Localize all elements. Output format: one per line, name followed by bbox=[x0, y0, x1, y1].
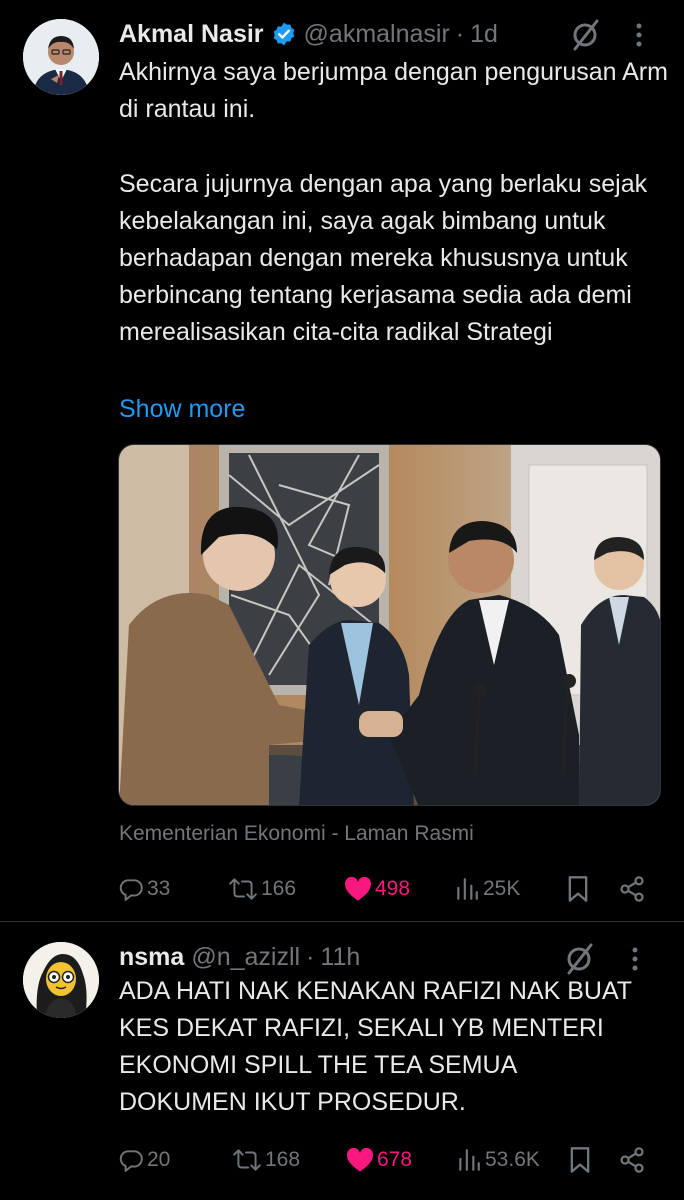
like-count: 678 bbox=[377, 1148, 413, 1171]
repost-button[interactable]: 166 bbox=[228, 872, 296, 906]
views-count: 25K bbox=[483, 877, 521, 900]
more-options-icon[interactable] bbox=[622, 18, 656, 52]
repost-count: 166 bbox=[261, 877, 297, 900]
like-button[interactable]: 678 bbox=[346, 1143, 412, 1177]
reply-count: 33 bbox=[147, 877, 171, 900]
author-name[interactable]: nsma bbox=[119, 943, 184, 972]
repost-icon bbox=[229, 878, 257, 900]
tweet-nsma[interactable]: nsma @n_azizll · 11h ADA HATI NAK KENAKA… bbox=[0, 922, 684, 1200]
tweet-text-paragraph-1: Akhirnya saya berjumpa dengan pengurusan… bbox=[119, 58, 668, 123]
like-button[interactable]: 498 bbox=[344, 872, 410, 906]
tweet-akmal-nasir[interactable]: Akmal Nasir @akmalnasir · 1d Akhirnya sa… bbox=[0, 0, 684, 922]
tweet-header: nsma @n_azizll · 11h bbox=[119, 940, 360, 974]
tweet-actions: 20 168 678 53.6K bbox=[118, 1143, 658, 1177]
tweet-text: ADA HATI NAK KENAKAN RAFIZI NAK BUAT KES… bbox=[119, 977, 632, 1116]
reply-button[interactable]: 20 bbox=[118, 1143, 170, 1177]
views-button[interactable]: 53.6K bbox=[456, 1143, 540, 1177]
grok-icon[interactable] bbox=[568, 18, 602, 52]
author-avatar[interactable] bbox=[23, 19, 99, 95]
share-button[interactable] bbox=[618, 1143, 649, 1177]
like-icon bbox=[345, 876, 371, 901]
author-name[interactable]: Akmal Nasir bbox=[119, 20, 264, 49]
tweet-actions: 33 166 498 25K bbox=[118, 872, 658, 906]
image-caption[interactable]: Kementerian Ekonomi - Laman Rasmi bbox=[119, 822, 474, 846]
reply-icon bbox=[119, 879, 143, 901]
author-avatar[interactable] bbox=[23, 942, 99, 1018]
tweet-header: Akmal Nasir @akmalnasir · 1d bbox=[119, 17, 498, 51]
views-icon bbox=[459, 1149, 480, 1171]
separator-dot: · bbox=[455, 19, 465, 48]
views-button[interactable]: 25K bbox=[454, 872, 520, 906]
reply-icon bbox=[119, 1150, 143, 1172]
views-count: 53.6K bbox=[485, 1148, 540, 1171]
verified-badge-icon bbox=[273, 22, 294, 46]
reply-button[interactable]: 33 bbox=[118, 872, 170, 906]
like-count: 498 bbox=[375, 877, 411, 900]
tweet-time[interactable]: 11h bbox=[320, 943, 360, 972]
tweet-photo[interactable] bbox=[118, 444, 661, 806]
views-icon bbox=[457, 878, 478, 900]
more-options-icon[interactable] bbox=[618, 942, 652, 976]
reply-count: 20 bbox=[147, 1148, 171, 1171]
tweet-text-paragraph-2: Secara jujurnya dengan apa yang berlaku … bbox=[119, 170, 648, 346]
grok-icon[interactable] bbox=[562, 942, 596, 976]
tweet-time[interactable]: 1d bbox=[470, 20, 498, 49]
bookmark-icon bbox=[568, 876, 588, 902]
repost-count: 168 bbox=[265, 1148, 301, 1171]
like-icon bbox=[347, 1147, 373, 1172]
show-more-link[interactable]: Show more bbox=[119, 395, 245, 424]
author-handle[interactable]: @n_azizll bbox=[191, 943, 300, 972]
share-icon bbox=[620, 1147, 644, 1173]
author-handle[interactable]: @akmalnasir bbox=[304, 20, 450, 49]
share-button[interactable] bbox=[618, 872, 649, 906]
share-icon bbox=[620, 876, 644, 902]
repost-button[interactable]: 168 bbox=[232, 1143, 300, 1177]
repost-icon bbox=[233, 1149, 261, 1171]
bookmark-button[interactable] bbox=[566, 872, 593, 906]
separator-dot: · bbox=[306, 942, 315, 971]
bookmark-button[interactable] bbox=[568, 1143, 595, 1177]
bookmark-icon bbox=[570, 1147, 590, 1173]
